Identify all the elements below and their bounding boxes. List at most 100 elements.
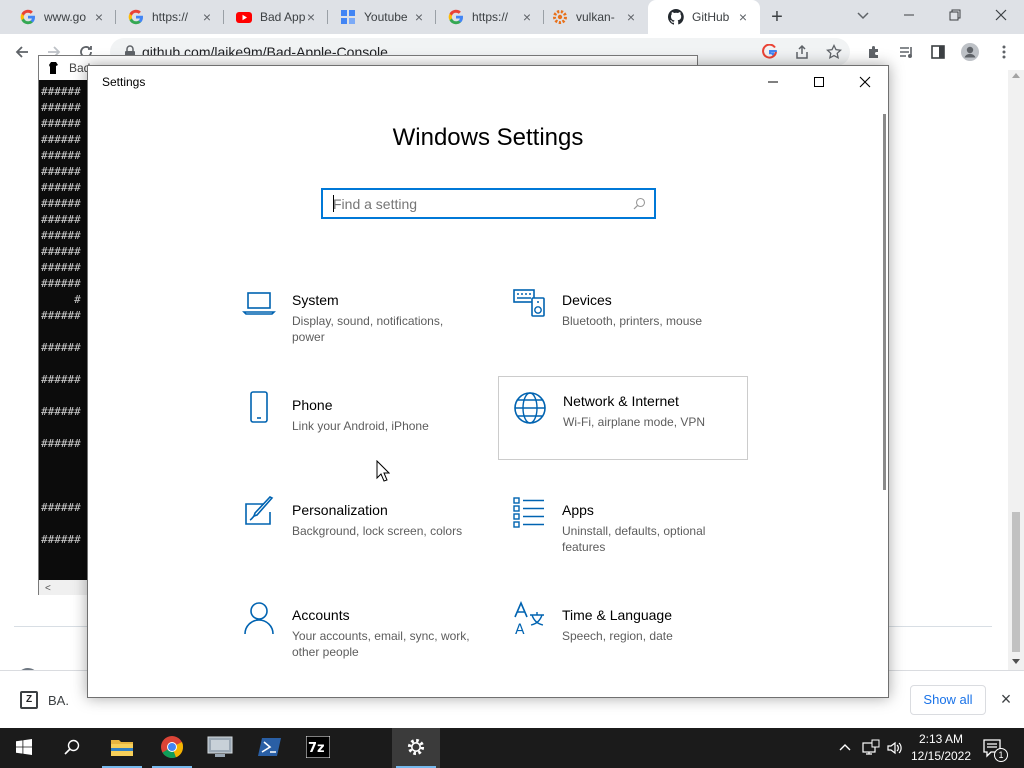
start-button[interactable] bbox=[0, 728, 48, 768]
gear-icon bbox=[406, 737, 426, 760]
tile-description: Background, lock screen, colors bbox=[292, 524, 463, 538]
laptop-icon bbox=[242, 286, 276, 320]
windows-logo-icon bbox=[16, 738, 32, 758]
settings-tile-system[interactable]: System Display, sound, notifications, po… bbox=[242, 286, 492, 370]
phone-icon bbox=[242, 391, 276, 425]
svg-text:7z: 7z bbox=[308, 741, 325, 756]
time-language-icon: A bbox=[512, 600, 546, 638]
new-tab-button[interactable]: + bbox=[766, 6, 788, 28]
share-icon[interactable] bbox=[792, 42, 812, 62]
powershell-icon bbox=[258, 737, 282, 760]
restore-button[interactable] bbox=[932, 0, 978, 30]
tile-description: Uninstall, defaults, optional features bbox=[562, 524, 706, 554]
tile-description: Display, sound, notifications, power bbox=[292, 314, 444, 344]
settings-tile-phone[interactable]: Phone Link your Android, iPhone bbox=[242, 391, 492, 475]
volume-icon[interactable] bbox=[886, 739, 904, 757]
window-title: Settings bbox=[102, 75, 146, 89]
close-icon[interactable]: × bbox=[200, 10, 214, 24]
taskbar-clock[interactable]: 2:13 AM 12/15/2022 bbox=[908, 731, 974, 765]
browser-tab[interactable]: https:// × bbox=[428, 0, 544, 34]
tile-name: Phone bbox=[292, 397, 333, 413]
settings-tile-accounts[interactable]: Accounts Your accounts, email, sync, wor… bbox=[242, 601, 492, 685]
minimize-button[interactable] bbox=[750, 66, 796, 98]
person-icon bbox=[242, 601, 276, 635]
settings-tile-devices[interactable]: Devices Bluetooth, printers, mouse bbox=[512, 286, 762, 370]
page-scrollbar[interactable] bbox=[1008, 70, 1024, 670]
tile-name: Apps bbox=[562, 502, 594, 518]
taskbar: 7z 2:13 AM 12/15/2022 1 bbox=[0, 728, 1024, 768]
minimize-button[interactable] bbox=[886, 0, 932, 30]
taskbar-7zip[interactable]: 7z bbox=[294, 728, 342, 768]
gear-icon bbox=[552, 9, 568, 25]
settings-tile-apps[interactable]: Apps Uninstall, defaults, optional featu… bbox=[512, 496, 762, 580]
scrollbar-thumb[interactable] bbox=[1012, 512, 1020, 652]
tile-description: Link your Android, iPhone bbox=[292, 419, 429, 433]
scroll-up-arrow-icon[interactable] bbox=[1012, 73, 1020, 78]
scroll-left-arrow-icon[interactable]: < bbox=[45, 583, 51, 594]
maximize-button[interactable] bbox=[796, 66, 842, 98]
google-icon bbox=[128, 9, 144, 25]
browser-tab[interactable]: https:// × bbox=[108, 0, 224, 34]
close-icon[interactable]: × bbox=[998, 690, 1014, 708]
back-arrow-icon[interactable] bbox=[12, 42, 32, 62]
settings-tile-network[interactable]: Network & Internet Wi-Fi, airplane mode,… bbox=[498, 376, 748, 460]
browser-tab[interactable]: vulkan- × bbox=[532, 0, 648, 34]
taskbar-settings[interactable] bbox=[392, 728, 440, 768]
search-button[interactable] bbox=[48, 728, 96, 768]
settings-tile-personalization[interactable]: Personalization Background, lock screen,… bbox=[242, 496, 492, 580]
settings-search-input[interactable]: Find a setting bbox=[321, 188, 656, 219]
clock-time: 2:13 AM bbox=[918, 732, 964, 746]
scroll-down-arrow-icon[interactable] bbox=[1012, 659, 1020, 664]
close-icon[interactable]: × bbox=[304, 10, 318, 24]
show-hidden-icons-chevron-icon[interactable] bbox=[838, 741, 852, 755]
browser-tab[interactable]: www.go × bbox=[0, 0, 116, 34]
google-icon bbox=[20, 9, 36, 25]
search-icon[interactable] bbox=[633, 197, 646, 210]
settings-window: Settings Windows Settings Find a setting… bbox=[87, 65, 889, 698]
browser-tab[interactable]: Bad App × bbox=[216, 0, 328, 34]
close-icon[interactable]: × bbox=[92, 10, 106, 24]
media-queue-icon[interactable] bbox=[896, 42, 916, 62]
github-icon bbox=[668, 9, 684, 25]
show-all-downloads-button[interactable]: Show all bbox=[910, 685, 986, 715]
bookmark-star-icon[interactable] bbox=[824, 42, 844, 62]
close-icon[interactable]: × bbox=[412, 10, 426, 24]
side-panel-icon[interactable] bbox=[928, 42, 948, 62]
network-icon[interactable] bbox=[862, 739, 880, 757]
tile-description: Your accounts, email, sync, work, other … bbox=[292, 629, 470, 659]
close-window-button[interactable] bbox=[842, 66, 888, 98]
youtube-icon bbox=[236, 9, 252, 25]
settings-tile-time-language[interactable]: A Time & Language Speech, region, date bbox=[512, 600, 762, 685]
tile-name: Time & Language bbox=[562, 607, 672, 623]
folder-icon bbox=[110, 737, 134, 760]
settings-scrollbar[interactable] bbox=[883, 114, 886, 490]
apps-list-icon bbox=[512, 496, 546, 530]
tab-label: Youtube bbox=[364, 10, 408, 24]
taskbar-chrome[interactable] bbox=[148, 728, 196, 768]
extensions-puzzle-icon[interactable] bbox=[864, 42, 884, 62]
profile-avatar-icon[interactable] bbox=[960, 42, 980, 62]
browser-tab[interactable]: Youtube × bbox=[320, 0, 436, 34]
close-icon[interactable]: × bbox=[736, 10, 750, 24]
download-filename[interactable]: BA. bbox=[48, 693, 69, 708]
console-output: ###### ###### ###### ###### ###### #####… bbox=[41, 85, 81, 546]
console-app-icon bbox=[47, 61, 61, 75]
globe-icon bbox=[513, 391, 547, 425]
close-icon[interactable]: × bbox=[624, 10, 638, 24]
archive-file-icon[interactable]: Z bbox=[20, 691, 38, 709]
tile-name: Personalization bbox=[292, 502, 388, 518]
tab-search-chevron-icon[interactable] bbox=[856, 9, 870, 23]
taskbar-file-explorer[interactable] bbox=[98, 728, 146, 768]
tab-label: https:// bbox=[472, 10, 509, 24]
browser-tab-strip: www.go × https:// × Bad App × Youtube × … bbox=[0, 0, 1024, 34]
browser-tab-active[interactable]: GitHub × bbox=[648, 0, 760, 34]
close-window-button[interactable] bbox=[978, 0, 1024, 30]
taskbar-vm-app[interactable] bbox=[196, 728, 244, 768]
taskbar-powershell[interactable] bbox=[246, 728, 294, 768]
clock-date: 12/15/2022 bbox=[910, 749, 972, 763]
tab-label: www.go bbox=[44, 10, 87, 24]
google-lens-icon[interactable] bbox=[760, 42, 780, 62]
tile-name: Accounts bbox=[292, 607, 350, 623]
computer-app-icon bbox=[207, 736, 233, 761]
more-menu-icon[interactable] bbox=[994, 42, 1014, 62]
